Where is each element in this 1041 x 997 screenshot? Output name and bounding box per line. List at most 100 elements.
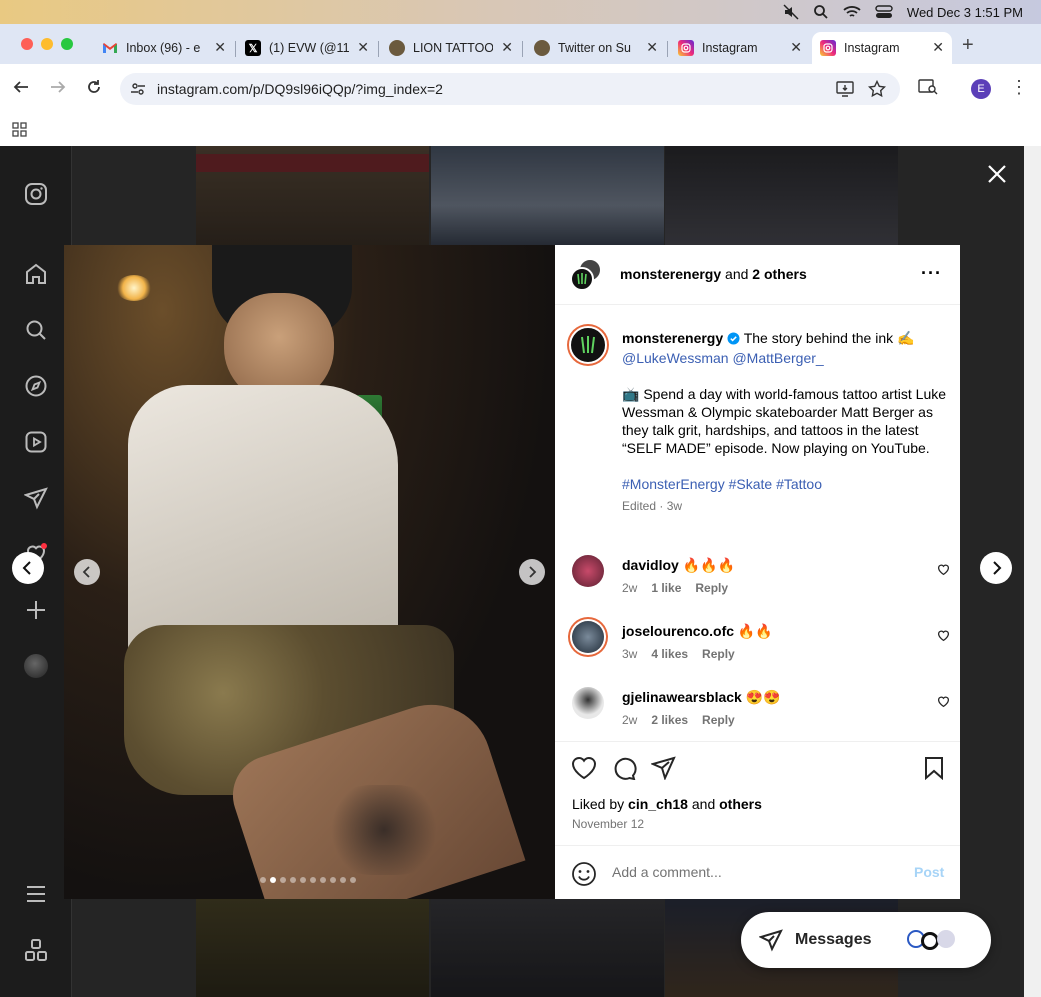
home-icon[interactable]	[22, 260, 50, 288]
like-comment-icon[interactable]	[937, 563, 950, 581]
post-image[interactable]	[64, 245, 555, 899]
close-window-button[interactable]	[21, 38, 33, 50]
caption-username[interactable]: monsterenergy	[622, 330, 723, 346]
header-username[interactable]: monsterenergy	[620, 266, 721, 282]
caption-avatar[interactable]	[569, 326, 607, 364]
share-icon[interactable]	[650, 756, 676, 785]
also-from-meta-icon[interactable]	[22, 936, 50, 964]
close-modal-icon[interactable]	[986, 163, 1008, 190]
comment-age[interactable]: 3w	[622, 647, 637, 661]
like-icon[interactable]	[571, 756, 597, 785]
close-tab-icon[interactable]: ✕	[790, 39, 802, 56]
comment-likes[interactable]: 1 like	[651, 581, 681, 595]
caption-hashtags[interactable]: #MonsterEnergy #Skate #Tattoo	[622, 475, 947, 493]
header-others[interactable]: 2 others	[752, 266, 806, 282]
previous-post-button[interactable]	[12, 552, 44, 584]
tab-search-icon[interactable]	[918, 78, 938, 99]
create-icon[interactable]	[22, 596, 50, 624]
more-options-icon[interactable]: ···	[921, 263, 942, 284]
comment-username[interactable]: joselourenco.ofc	[622, 623, 734, 639]
page-scrollbar[interactable]	[1024, 146, 1041, 997]
reels-icon[interactable]	[22, 428, 50, 456]
new-tab-icon[interactable]: +	[962, 35, 974, 55]
next-image-button[interactable]	[519, 559, 545, 585]
carousel-dot	[310, 877, 316, 883]
like-comment-icon[interactable]	[937, 695, 950, 713]
instagram-logo-icon[interactable]	[22, 180, 50, 208]
carousel-dot	[340, 877, 346, 883]
direct-messages-icon[interactable]	[22, 484, 50, 512]
comment-icon[interactable]	[612, 756, 637, 785]
apps-grid-icon[interactable]	[12, 122, 27, 142]
close-tab-icon[interactable]: ✕	[932, 39, 944, 56]
post-date[interactable]: November 12	[572, 817, 644, 831]
back-icon[interactable]	[12, 78, 30, 99]
comment-username[interactable]: gjelinawearsblack	[622, 689, 742, 705]
emoji-icon[interactable]	[571, 861, 597, 892]
control-center-icon[interactable]	[875, 5, 893, 19]
commenter-avatar[interactable]	[572, 621, 604, 653]
tab-gmail[interactable]: Inbox (96) - e ✕	[94, 32, 236, 64]
address-bar[interactable]: instagram.com/p/DQ9sl96iQQp/?img_index=2	[120, 73, 900, 105]
browser-chrome: Inbox (96) - e ✕ 𝕏 (1) EVW (@11 ✕ LION T…	[0, 24, 1041, 146]
post-comment-button[interactable]: Post	[914, 864, 944, 880]
save-icon[interactable]	[923, 756, 945, 785]
carousel-dot	[290, 877, 296, 883]
search-icon[interactable]	[813, 4, 829, 20]
tab-x[interactable]: 𝕏 (1) EVW (@11 ✕	[237, 32, 379, 64]
tab-twitter[interactable]: Twitter on Su ✕	[526, 32, 668, 64]
bookmark-star-icon[interactable]	[867, 79, 887, 101]
commenter-avatar[interactable]	[572, 555, 604, 587]
like-comment-icon[interactable]	[937, 629, 950, 647]
post-details-panel: monsterenergy and 2 others ··· monsteren…	[555, 245, 960, 899]
comment-age[interactable]: 2w	[622, 713, 637, 727]
url-text[interactable]: instagram.com/p/DQ9sl96iQQp/?img_index=2	[157, 81, 443, 97]
message-avatar	[937, 930, 955, 948]
reply-button[interactable]: Reply	[702, 647, 735, 661]
reply-button[interactable]: Reply	[702, 713, 735, 727]
close-tab-icon[interactable]: ✕	[214, 39, 226, 56]
profile-avatar[interactable]	[22, 652, 50, 680]
reply-button[interactable]: Reply	[695, 581, 728, 595]
tab-instagram-active[interactable]: Instagram ✕	[812, 32, 952, 64]
mute-icon[interactable]	[783, 4, 799, 20]
post-header: monsterenergy and 2 others ···	[555, 245, 960, 305]
minimize-window-button[interactable]	[41, 38, 53, 50]
more-menu-icon[interactable]: ⋮	[1010, 78, 1028, 96]
monsterenergy-avatar[interactable]	[570, 267, 594, 291]
tab-lion-tattoo[interactable]: LION TATTOO ✕	[381, 32, 523, 64]
comments-scroll-area[interactable]: monsterenergy The story behind the ink ✍…	[555, 305, 960, 742]
comment-age[interactable]: 2w	[622, 581, 637, 595]
install-app-icon[interactable]	[836, 81, 854, 100]
search-icon[interactable]	[22, 316, 50, 344]
profile-avatar[interactable]: E	[971, 79, 991, 99]
lion-icon	[534, 40, 550, 56]
menubar-clock[interactable]: Wed Dec 3 1:51 PM	[907, 5, 1023, 20]
more-menu-icon[interactable]	[22, 880, 50, 908]
zoom-window-button[interactable]	[61, 38, 73, 50]
forward-icon[interactable]	[49, 78, 67, 99]
comment-row: joselourenco.ofc 🔥🔥 3w 4 likes Reply	[572, 621, 952, 681]
close-tab-icon[interactable]: ✕	[646, 39, 658, 56]
carousel-dot	[260, 877, 266, 883]
tab-instagram[interactable]: Instagram ✕	[670, 32, 810, 64]
comment-input[interactable]: Add a comment...	[612, 864, 722, 880]
close-tab-icon[interactable]: ✕	[501, 39, 513, 56]
commenter-avatar[interactable]	[572, 687, 604, 719]
reload-icon[interactable]	[85, 78, 103, 99]
close-tab-icon[interactable]: ✕	[357, 39, 369, 56]
comment-likes[interactable]: 2 likes	[651, 713, 688, 727]
messages-button[interactable]: Messages	[741, 912, 991, 968]
caption-edited: Edited · 3w	[622, 499, 683, 513]
comment-username[interactable]: davidloy	[622, 557, 679, 573]
previous-image-button[interactable]	[74, 559, 100, 585]
liked-by-others[interactable]: others	[719, 796, 762, 812]
explore-icon[interactable]	[22, 372, 50, 400]
liked-by-username[interactable]: cin_ch18	[628, 796, 688, 812]
caption: monsterenergy The story behind the ink ✍…	[622, 329, 947, 515]
site-settings-icon[interactable]	[130, 81, 146, 100]
caption-mentions[interactable]: @LukeWessman @MattBerger_	[622, 350, 824, 366]
wifi-icon[interactable]	[843, 5, 861, 19]
comment-likes[interactable]: 4 likes	[651, 647, 688, 661]
next-post-button[interactable]	[980, 552, 1012, 584]
